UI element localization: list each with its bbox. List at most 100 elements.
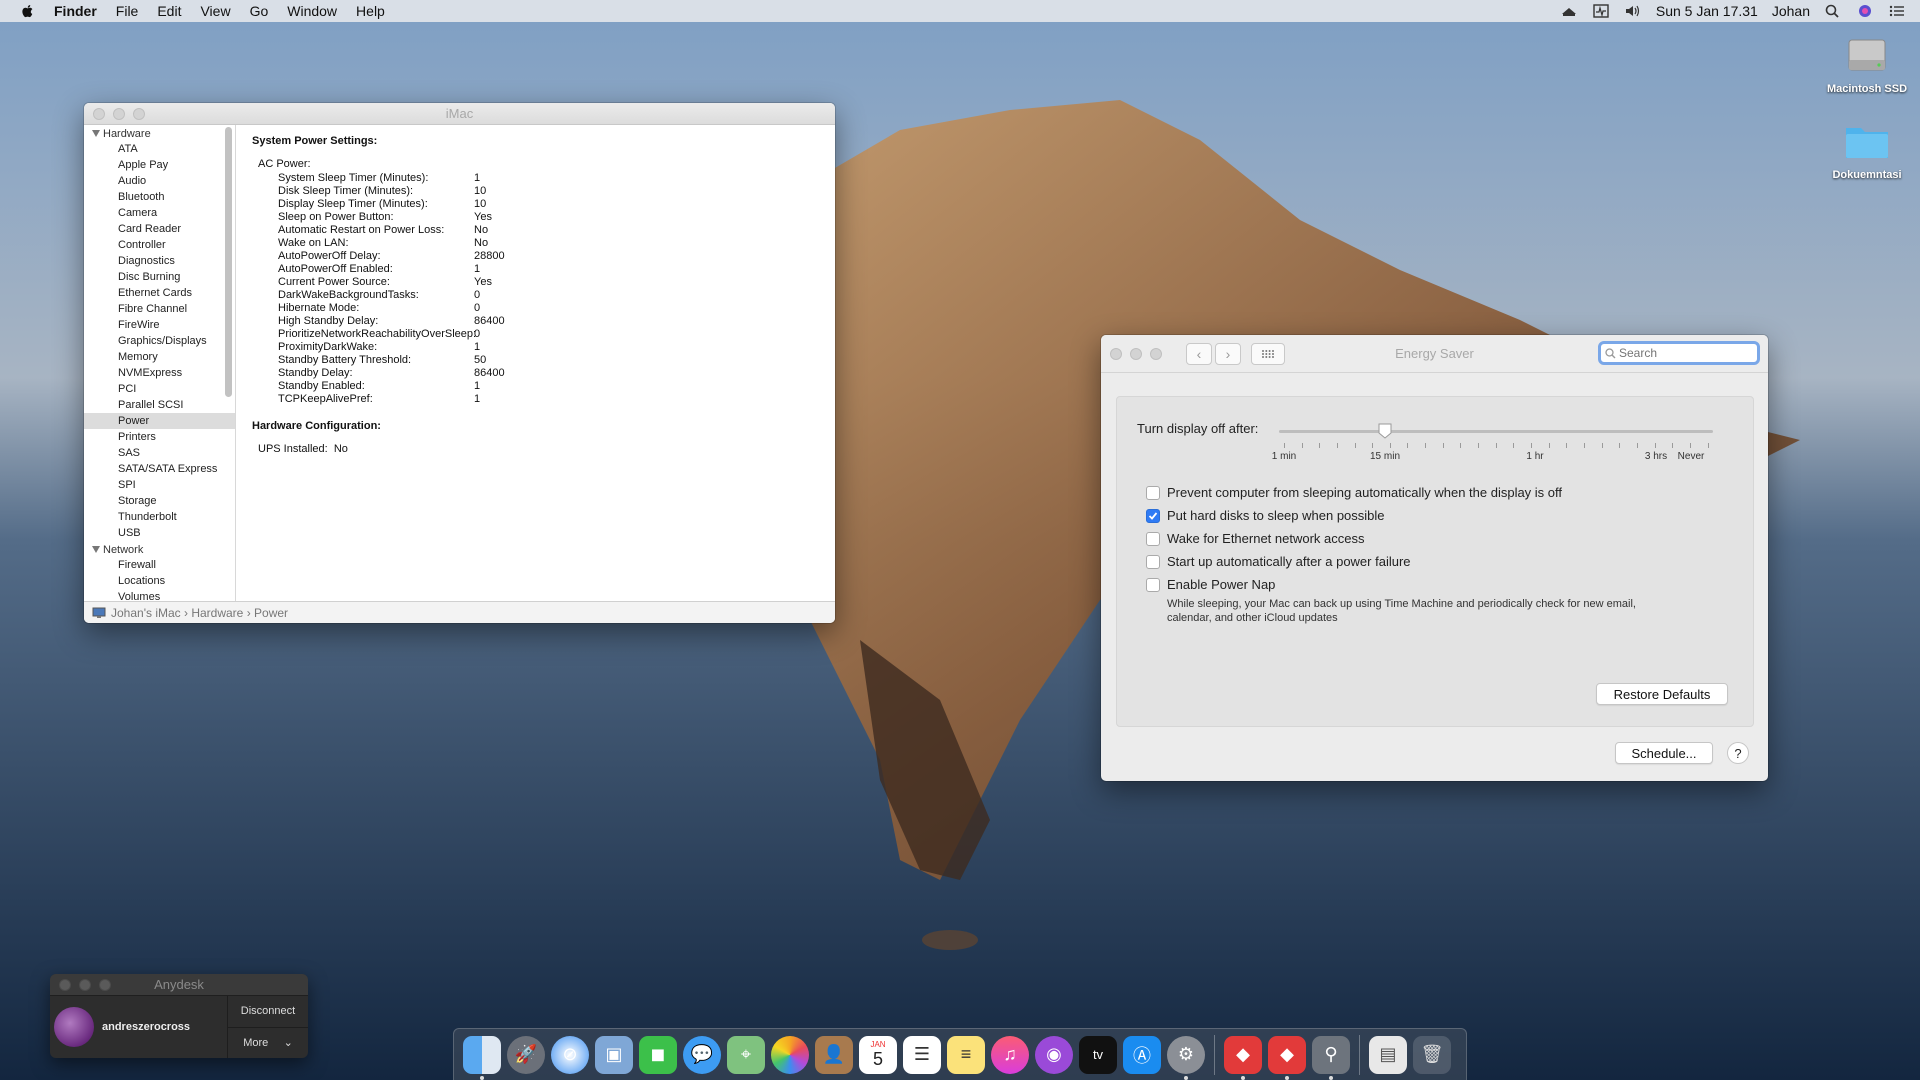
sidebar-item-sas[interactable]: SAS	[84, 445, 235, 461]
forward-button[interactable]: ›	[1215, 342, 1241, 365]
sidebar-item-firewire[interactable]: FireWire	[84, 317, 235, 333]
sidebar-item-firewall[interactable]: Firewall	[84, 557, 235, 573]
sidebar-item-disc-burning[interactable]: Disc Burning	[84, 269, 235, 285]
contacts-icon[interactable]: 👤	[815, 1035, 853, 1074]
sidebar-item-camera[interactable]: Camera	[84, 205, 235, 221]
sidebar-item-audio[interactable]: Audio	[84, 173, 235, 189]
path-item[interactable]: Johan's iMac	[111, 606, 181, 620]
checkbox[interactable]	[1146, 577, 1160, 592]
sidebar-scrollbar[interactable]	[225, 127, 232, 397]
sidebar-item-printers[interactable]: Printers	[84, 429, 235, 445]
restore-defaults-button[interactable]: Restore Defaults	[1596, 683, 1728, 705]
search-field[interactable]	[1598, 341, 1760, 365]
sidebar-item-controller[interactable]: Controller	[84, 237, 235, 253]
notes-icon[interactable]: ≡	[947, 1035, 985, 1074]
zoom-button[interactable]	[133, 107, 145, 120]
utility-app-icon[interactable]: ⚲	[1312, 1035, 1350, 1080]
downloads-stack-icon[interactable]: ▤	[1369, 1035, 1407, 1074]
menubar-clock[interactable]: Sun 5 Jan 17.31	[1656, 3, 1758, 19]
window-titlebar[interactable]: Anydesk	[50, 974, 308, 996]
trash-icon[interactable]: 🗑	[1413, 1035, 1451, 1074]
photos-icon[interactable]	[771, 1035, 809, 1074]
zoom-button[interactable]	[1150, 347, 1162, 360]
sidebar-item-bluetooth[interactable]: Bluetooth	[84, 189, 235, 205]
apple-menu-icon[interactable]	[20, 3, 36, 19]
menu-help[interactable]: Help	[356, 3, 385, 19]
launchpad-icon[interactable]: 🚀	[507, 1035, 545, 1074]
schedule-button[interactable]: Schedule...	[1615, 742, 1713, 764]
safari-icon[interactable]: ⊘	[551, 1035, 589, 1074]
minimize-button[interactable]	[1130, 347, 1142, 360]
back-button[interactable]: ‹	[1186, 342, 1212, 365]
desktop-icon-macintosh-ssd[interactable]: Macintosh SSD	[1822, 30, 1912, 95]
sidebar-item-locations[interactable]: Locations	[84, 573, 235, 589]
sidebar-item-diagnostics[interactable]: Diagnostics	[84, 253, 235, 269]
podcasts-icon[interactable]: ◉	[1035, 1035, 1073, 1074]
window-titlebar[interactable]: iMac	[84, 103, 835, 125]
system-preferences-icon[interactable]: ⚙	[1167, 1035, 1205, 1080]
sidebar-group-network[interactable]: Network	[84, 541, 235, 557]
notification-center-icon[interactable]	[1888, 4, 1906, 18]
menubar-user[interactable]: Johan	[1772, 3, 1810, 19]
finder-icon[interactable]	[463, 1035, 501, 1080]
apple-tv-icon[interactable]: tv	[1079, 1035, 1117, 1074]
preview-icon[interactable]: ▣	[595, 1035, 633, 1074]
sidebar-item-pci[interactable]: PCI	[84, 381, 235, 397]
reminders-icon[interactable]: ☰	[903, 1035, 941, 1074]
sidebar-item-ethernet-cards[interactable]: Ethernet Cards	[84, 285, 235, 301]
path-item[interactable]: Hardware	[191, 606, 243, 620]
sidebar-item-power[interactable]: Power	[84, 413, 235, 429]
sidebar-item-apple-pay[interactable]: Apple Pay	[84, 157, 235, 173]
show-all-button[interactable]	[1251, 342, 1285, 365]
minimize-button[interactable]	[113, 107, 125, 120]
sidebar-group-hardware[interactable]: Hardware	[84, 125, 235, 141]
menu-window[interactable]: Window	[287, 3, 337, 19]
sidebar-item-volumes[interactable]: Volumes	[84, 589, 235, 601]
spotlight-search-icon[interactable]	[1824, 4, 1842, 18]
anydesk-status-icon[interactable]	[1560, 4, 1578, 18]
close-button[interactable]	[93, 107, 105, 120]
minimize-button[interactable]	[79, 978, 91, 991]
disconnect-button[interactable]: Disconnect	[228, 996, 308, 1027]
activity-monitor-icon[interactable]	[1592, 4, 1610, 18]
sidebar-item-card-reader[interactable]: Card Reader	[84, 221, 235, 237]
sidebar-item-nvmexpress[interactable]: NVMExpress	[84, 365, 235, 381]
zoom-button[interactable]	[99, 978, 111, 991]
desktop-icon-dokuemntasi[interactable]: Dokuemntasi	[1822, 122, 1912, 181]
menu-go[interactable]: Go	[250, 3, 269, 19]
volume-icon[interactable]	[1624, 4, 1642, 18]
disclosure-triangle-icon[interactable]	[92, 130, 100, 137]
maps-icon[interactable]: ⌖	[727, 1035, 765, 1074]
option-checkbox-row[interactable]: Put hard disks to sleep when possible	[1146, 504, 1666, 527]
menu-view[interactable]: View	[200, 3, 230, 19]
sidebar-item-spi[interactable]: SPI	[84, 477, 235, 493]
search-input[interactable]	[1619, 346, 1749, 360]
sidebar-item-storage[interactable]: Storage	[84, 493, 235, 509]
close-button[interactable]	[1110, 347, 1122, 360]
display-sleep-slider-knob[interactable]	[1378, 423, 1392, 439]
sidebar-item-memory[interactable]: Memory	[84, 349, 235, 365]
disclosure-triangle-icon[interactable]	[92, 546, 100, 553]
music-icon[interactable]: ♫	[991, 1035, 1029, 1074]
messages-icon[interactable]: 💬	[683, 1035, 721, 1074]
sidebar-item-thunderbolt[interactable]: Thunderbolt	[84, 509, 235, 525]
menu-edit[interactable]: Edit	[157, 3, 181, 19]
checkbox-checked[interactable]	[1146, 508, 1160, 523]
option-checkbox-row[interactable]: Wake for Ethernet network access	[1146, 527, 1666, 550]
display-sleep-slider-track[interactable]	[1279, 430, 1713, 433]
sidebar-item-graphics-displays[interactable]: Graphics/Displays	[84, 333, 235, 349]
option-checkbox-row[interactable]: Enable Power Nap	[1146, 573, 1666, 596]
checkbox[interactable]	[1146, 531, 1160, 546]
sidebar-item-usb[interactable]: USB	[84, 525, 235, 541]
menu-app-finder[interactable]: Finder	[54, 3, 97, 19]
sidebar-item-sata-sata-express[interactable]: SATA/SATA Express	[84, 461, 235, 477]
sidebar-item-ata[interactable]: ATA	[84, 141, 235, 157]
option-checkbox-row[interactable]: Prevent computer from sleeping automatic…	[1146, 481, 1666, 504]
sidebar-item-fibre-channel[interactable]: Fibre Channel	[84, 301, 235, 317]
checkbox[interactable]	[1146, 485, 1160, 500]
facetime-icon[interactable]: ◼	[639, 1035, 677, 1074]
checkbox[interactable]	[1146, 554, 1160, 569]
anydesk-session-icon[interactable]: ◆	[1268, 1035, 1306, 1080]
menu-file[interactable]: File	[116, 3, 139, 19]
more-button[interactable]: More ⌄	[228, 1026, 308, 1059]
